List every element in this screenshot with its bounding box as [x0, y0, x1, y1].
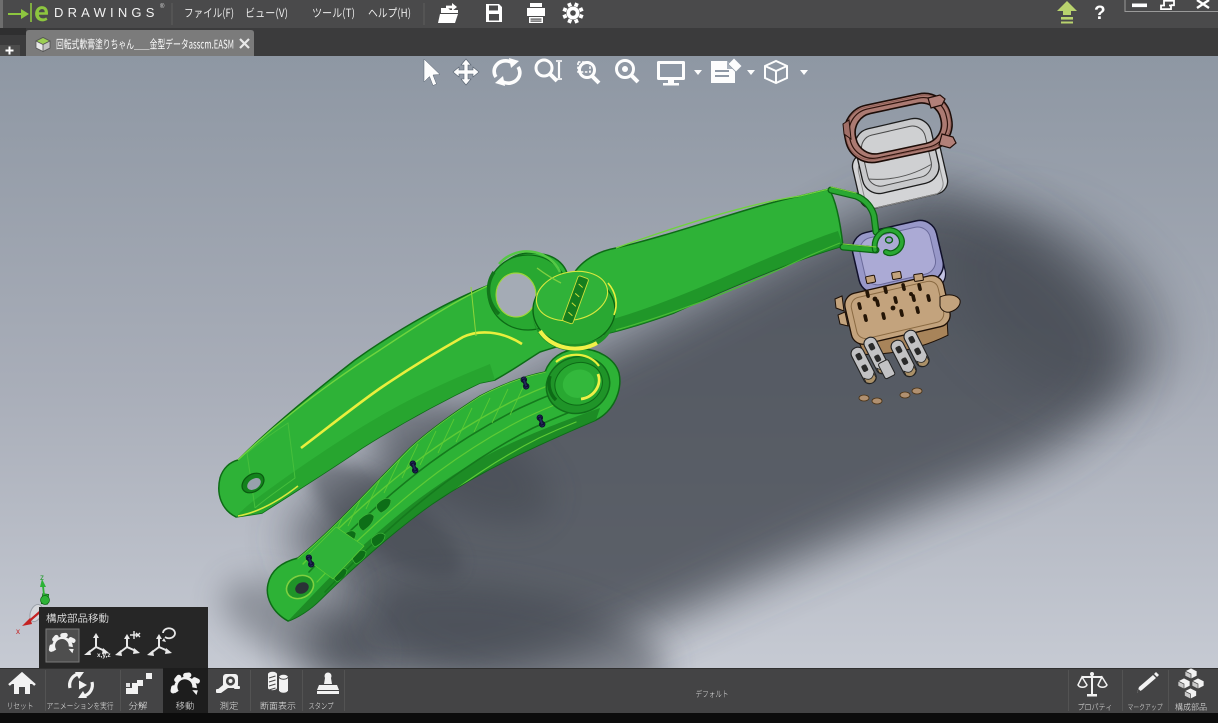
- svg-text:z: z: [40, 573, 44, 582]
- svg-text:DRAWINGS: DRAWINGS: [54, 5, 159, 20]
- svg-text:?: ?: [1094, 3, 1106, 24]
- svg-text:x,y,z: x,y,z: [97, 652, 111, 659]
- svg-text:x: x: [16, 627, 20, 636]
- svg-text:®: ®: [160, 3, 165, 10]
